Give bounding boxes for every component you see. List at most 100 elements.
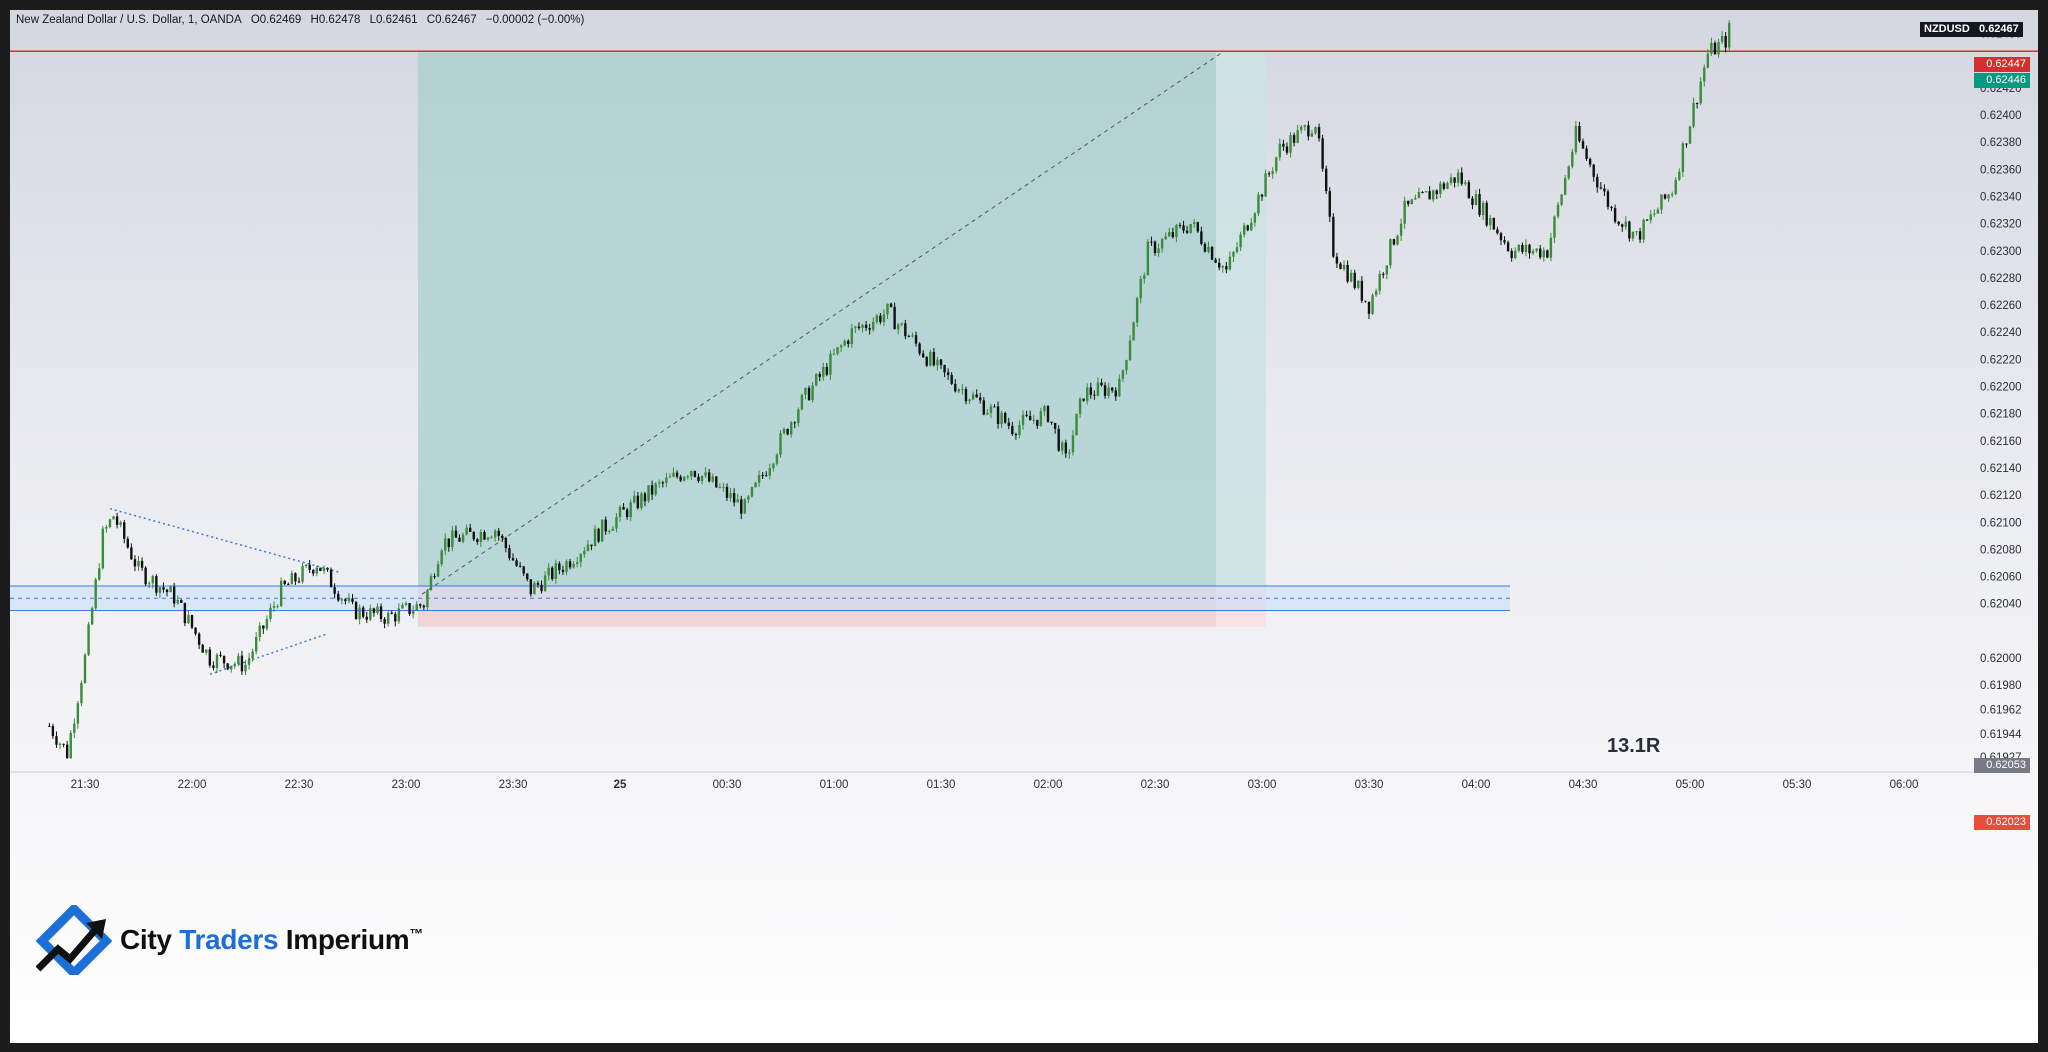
candle-body [1193,222,1196,224]
candle-body [1100,382,1103,386]
candle-body [1275,157,1278,172]
chart-canvas[interactable]: 0.624600.624200.624000.623800.623600.623… [10,10,2038,1043]
candle-body [1399,223,1403,236]
candle-body [1442,183,1446,189]
candle-body [740,499,743,514]
candle-body [1503,240,1506,243]
candle-body [465,527,468,535]
candle-body [1214,259,1217,263]
price-axis-band [1510,10,2038,1043]
candle-body [839,345,843,348]
candle-body [315,567,319,574]
candle-body [137,560,140,567]
candle-body [83,654,87,683]
candle-body [319,567,322,571]
candle-body [1178,224,1182,226]
candle-body [1282,143,1285,147]
candle-body [87,624,90,655]
candle-body [383,619,386,624]
candle-body [276,606,279,608]
candle-body [1663,194,1667,199]
candle-body [1670,193,1674,195]
candle-body [1321,138,1324,169]
x-tick-label: 02:00 [1034,779,1063,791]
candle-body [914,335,918,344]
candle-body [433,576,436,578]
candle-body [1043,406,1046,412]
candle-body [1371,295,1374,314]
candle-body [133,559,137,567]
candle-body [1706,53,1710,68]
candle-body [1638,231,1642,240]
candle-body [1424,191,1428,193]
candle-body [1581,141,1585,149]
candle-body [893,306,896,330]
candle-body [1168,231,1171,237]
candle-body [547,567,550,576]
symbol-title: New Zealand Dollar / U.S. Dollar, 1, OAN… [16,14,242,26]
y-tick-label: 0.62120 [1980,490,2022,502]
candle-body [247,658,251,665]
candle-body [215,654,219,669]
candle-body [101,528,105,569]
candle-body [1232,251,1235,257]
candle-body [130,547,133,560]
candle-body [854,326,857,329]
candle-body [183,602,187,624]
candle-body [1385,265,1389,275]
candle-body [1624,221,1627,227]
y-tick-label: 0.62200 [1980,382,2022,394]
y-tick-label: 0.62240 [1980,327,2022,339]
candle-body [1346,264,1349,282]
candle-body [1210,246,1214,260]
candle-body [793,422,796,424]
candle-body [693,470,697,477]
candle-body [140,560,144,568]
candle-body [1135,298,1139,323]
candle-body [1514,250,1517,259]
candle-body [469,527,472,532]
candle-body [722,486,725,488]
candle-body [786,429,789,435]
candle-body [408,603,411,615]
candle-body [650,485,654,495]
candle-body [1225,266,1228,270]
candle-body [1635,231,1638,233]
candle-body [636,495,640,509]
candle-body [679,476,682,481]
candle-body [172,586,176,604]
candle-body [444,538,447,551]
candle-body [1396,235,1399,245]
candle-body [1039,411,1043,426]
logo-icon [36,905,112,975]
candle-body [272,606,276,608]
candle-body [543,575,547,592]
candle-body [1389,239,1392,266]
candle-body [290,573,294,585]
candle-body [1428,191,1431,200]
candle-body [1011,425,1014,435]
candle-body [897,324,900,330]
x-tick-label: 03:30 [1355,779,1384,791]
candle-body [1082,398,1085,401]
candle-body [1660,194,1663,210]
candle-body [1267,173,1271,175]
candle-body [90,608,94,625]
candle-body [1264,173,1267,197]
candle-body [618,506,622,517]
candle-body [454,530,458,538]
candle-body [918,343,921,354]
candle-body [98,568,101,580]
candle-body [1646,219,1649,221]
candle-body [1531,250,1535,254]
y-tick-label: 0.62060 [1980,572,2022,584]
candle-body [1278,143,1282,158]
x-tick-label: 02:30 [1141,779,1170,791]
candle-body [1075,413,1078,436]
candle-body [597,528,600,542]
candle-body [1688,126,1692,144]
candle-body [55,736,58,745]
candle-body [333,587,336,594]
candle-body [832,353,836,355]
candle-body [1642,219,1645,240]
